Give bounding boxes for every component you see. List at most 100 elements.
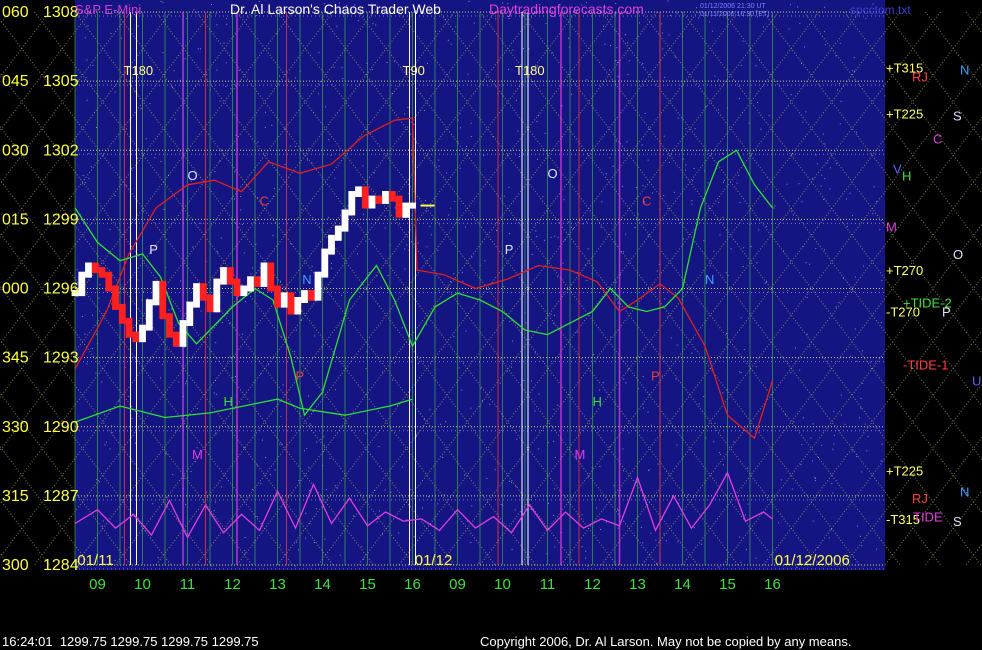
star-dot (512, 49, 514, 51)
header-site: Daytradingforecasts.com (489, 1, 644, 17)
star-dot (863, 265, 865, 267)
star-dot (722, 153, 724, 154)
star-dot (213, 510, 215, 512)
price-bar (199, 283, 207, 301)
star-dot (216, 393, 218, 395)
star-dot (282, 384, 284, 386)
y-tick-degree: 045 (2, 73, 29, 90)
star-dot (742, 40, 744, 42)
star-dot (705, 106, 707, 107)
star-dot (357, 253, 358, 255)
header-info-line2: 01/11/2006 16:30 (ET) (700, 11, 770, 18)
star-dot (307, 148, 309, 150)
star-dot (643, 407, 645, 409)
x-tick-label: 14 (674, 576, 691, 593)
star-dot (91, 348, 93, 349)
star-dot (307, 395, 309, 397)
star-dot (398, 532, 400, 534)
plot-letter: P (149, 242, 158, 257)
star-dot (511, 549, 513, 550)
star-dot (197, 48, 199, 50)
star-dot (465, 226, 466, 228)
star-dot (880, 322, 882, 324)
star-dot (644, 112, 646, 114)
star-dot (625, 382, 627, 384)
star-dot (722, 392, 724, 394)
star-dot (738, 174, 740, 176)
right-series-label: M (886, 219, 897, 234)
star-dot (866, 450, 868, 452)
right-series-label: TIDE (913, 510, 943, 525)
star-dot (127, 395, 129, 397)
star-dot (161, 363, 163, 365)
star-dot (216, 69, 218, 71)
star-dot (426, 246, 428, 248)
star-dot (99, 284, 101, 286)
star-dot (597, 428, 599, 430)
star-dot (552, 52, 554, 54)
star-dot (470, 122, 472, 124)
plot-letter: P (505, 242, 514, 257)
star-dot (447, 285, 449, 287)
plot-letter: P (651, 369, 660, 384)
x-tick-label: 13 (269, 576, 286, 593)
star-dot (465, 330, 467, 332)
y-tick-price: 1287 (43, 488, 79, 505)
star-dot (719, 454, 721, 456)
star-dot (685, 169, 686, 171)
star-dot (536, 236, 538, 238)
marker-label: T180 (515, 63, 545, 78)
star-dot (623, 378, 625, 380)
star-dot (280, 335, 282, 337)
star-dot (880, 460, 882, 462)
star-dot (250, 273, 252, 275)
star-dot (381, 371, 383, 373)
star-dot (832, 492, 834, 494)
star-dot (211, 4, 212, 5)
star-dot (856, 131, 858, 133)
star-dot (230, 88, 232, 90)
star-dot (809, 263, 811, 265)
price-bar (382, 191, 389, 204)
star-dot (622, 448, 624, 450)
star-dot (864, 423, 866, 425)
star-dot (508, 186, 510, 188)
star-dot (265, 457, 267, 458)
star-dot (279, 443, 281, 445)
star-dot (289, 145, 291, 147)
chaos-trader-chart: T180 T90 T180 060 1308 045 1305 030 1302 015 1299… (0, 0, 982, 650)
star-dot (352, 220, 354, 222)
star-dot (853, 57, 855, 59)
star-dot (669, 15, 671, 16)
star-dot (261, 439, 263, 441)
star-dot (867, 435, 869, 437)
star-dot (238, 70, 240, 71)
star-dot (252, 267, 254, 269)
star-dot (747, 467, 749, 469)
star-dot (805, 262, 807, 264)
star-dot (85, 77, 87, 79)
star-dot (429, 408, 431, 410)
star-dot (92, 65, 94, 66)
price-bar (409, 202, 416, 209)
star-dot (640, 356, 642, 358)
star-dot (718, 109, 720, 111)
star-dot (352, 515, 354, 517)
star-dot (852, 450, 854, 452)
star-dot (306, 447, 308, 449)
star-dot (386, 62, 388, 63)
star-dot (840, 100, 842, 102)
star-dot (701, 543, 703, 545)
star-dot (514, 509, 516, 511)
star-dot (829, 188, 831, 190)
star-dot (371, 69, 373, 70)
star-dot (617, 527, 619, 529)
star-dot (639, 22, 640, 24)
star-dot (854, 276, 856, 278)
header-info-line1: 01/12/2006 21:30 UT (700, 3, 766, 10)
price-bar (328, 234, 335, 255)
star-dot (714, 423, 716, 424)
x-tick-label: 13 (629, 576, 646, 593)
star-dot (832, 448, 834, 450)
star-dot (297, 289, 299, 291)
